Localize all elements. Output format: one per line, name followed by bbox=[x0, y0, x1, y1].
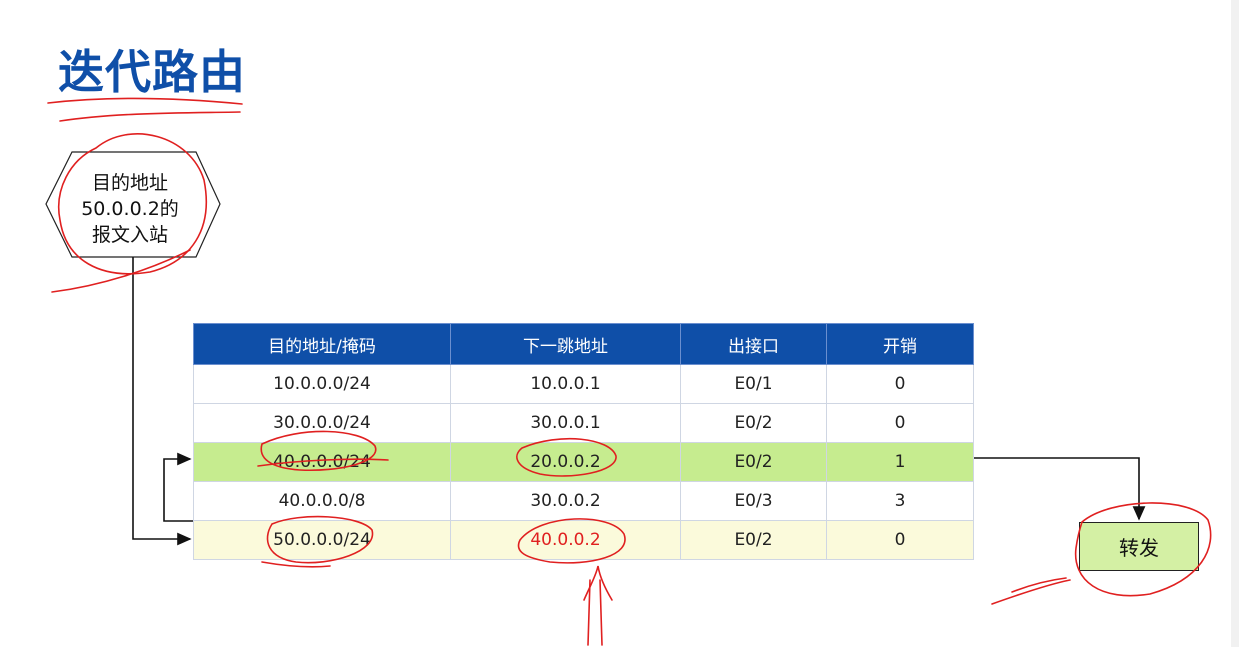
cell-interface: E0/1 bbox=[680, 364, 827, 404]
forward-line bbox=[973, 457, 1146, 521]
cell-next-hop: 30.0.0.2 bbox=[450, 481, 681, 521]
routing-table: 目的地址/掩码 下一跳地址 出接口 开销 10.0.0.0/24 10.0.0.… bbox=[193, 323, 974, 560]
packet-to-route-line bbox=[132, 257, 192, 546]
cell-cost: 0 bbox=[826, 364, 974, 404]
forward-box: 转发 bbox=[1079, 522, 1199, 571]
packet-label: 目的地址 50.0.0.2的 报文入站 bbox=[60, 170, 200, 248]
header-destination: 目的地址/掩码 bbox=[193, 323, 451, 365]
packet-line: 目的地址 bbox=[91, 172, 168, 194]
header-interface: 出接口 bbox=[680, 323, 827, 365]
cell-next-hop: 30.0.0.1 bbox=[450, 403, 681, 443]
recursive-lookup-line bbox=[163, 452, 193, 522]
cell-interface: E0/3 bbox=[680, 481, 827, 521]
cell-interface: E0/2 bbox=[680, 442, 827, 482]
cell-cost: 0 bbox=[826, 520, 974, 560]
cell-destination: 40.0.0.0/8 bbox=[193, 481, 451, 521]
cell-cost: 1 bbox=[826, 442, 974, 482]
cell-destination: 40.0.0.0/24 bbox=[193, 442, 451, 482]
cell-destination: 10.0.0.0/24 bbox=[193, 364, 451, 404]
scrollbar-track[interactable] bbox=[1231, 0, 1239, 647]
cell-interface: E0/2 bbox=[680, 520, 827, 560]
header-next-hop: 下一跳地址 bbox=[450, 323, 681, 365]
packet-line: 50.0.0.2的 bbox=[81, 198, 179, 220]
cell-interface: E0/2 bbox=[680, 403, 827, 443]
table-row-matched: 40.0.0.0/24 20.0.0.2 E0/2 1 bbox=[193, 442, 974, 482]
cell-destination: 50.0.0.0/24 bbox=[193, 520, 451, 560]
table-header-row: 目的地址/掩码 下一跳地址 出接口 开销 bbox=[193, 323, 974, 365]
cell-cost: 0 bbox=[826, 403, 974, 443]
header-cost: 开销 bbox=[826, 323, 974, 365]
cell-destination: 30.0.0.0/24 bbox=[193, 403, 451, 443]
table-row: 10.0.0.0/24 10.0.0.1 E0/1 0 bbox=[193, 364, 974, 404]
packet-line: 报文入站 bbox=[91, 224, 168, 246]
cell-cost: 3 bbox=[826, 481, 974, 521]
table-row: 40.0.0.0/8 30.0.0.2 E0/3 3 bbox=[193, 481, 974, 521]
table-row-initial: 50.0.0.0/24 40.0.0.2 E0/2 0 bbox=[193, 520, 974, 560]
cell-next-hop: 20.0.0.2 bbox=[450, 442, 681, 482]
cell-next-hop: 40.0.0.2 bbox=[450, 520, 681, 560]
forward-label: 转发 bbox=[1119, 536, 1159, 560]
table-row: 30.0.0.0/24 30.0.0.1 E0/2 0 bbox=[193, 403, 974, 443]
cell-next-hop: 10.0.0.1 bbox=[450, 364, 681, 404]
